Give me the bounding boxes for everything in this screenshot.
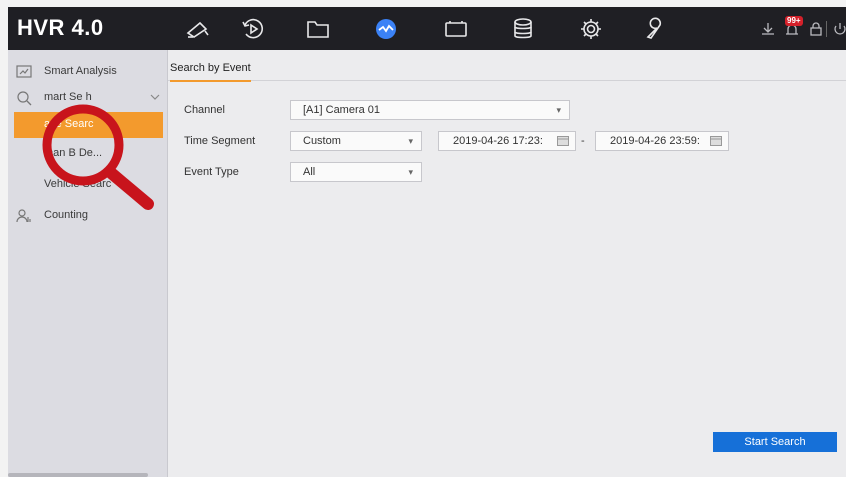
download-icon[interactable]: [760, 22, 776, 36]
smart-search-icon: [17, 91, 32, 106]
end-time-field[interactable]: 2019-04-26 23:59:: [595, 131, 729, 151]
calendar-icon[interactable]: [557, 136, 569, 146]
tab-bar: Search by Event: [168, 50, 846, 82]
channel-value: [A1] Camera 01: [303, 104, 381, 116]
channel-label: Channel: [184, 104, 225, 116]
sidebar: Smart Analysis mart Se h ace Searc man B…: [8, 50, 168, 477]
time-segment-select[interactable]: Custom ▾: [290, 131, 422, 151]
sidebar-item-face-search[interactable]: ace Searc: [14, 112, 163, 138]
sidebar-item-human-body[interactable]: man B De...: [8, 141, 168, 167]
event-type-value: All: [303, 166, 316, 178]
lock-icon[interactable]: [808, 22, 824, 36]
playback-icon[interactable]: [238, 15, 268, 43]
main-panel: Search by Event Channel [A1] Camera 01 ▾…: [168, 50, 846, 477]
sidebar-scrollbar[interactable]: [8, 473, 148, 477]
power-icon[interactable]: [832, 22, 846, 36]
sidebar-item-smart-search[interactable]: mart Se h: [8, 85, 168, 111]
chevron-down-icon: ▾: [408, 167, 413, 177]
sidebar-item-label: mart Se h: [44, 91, 92, 103]
camera-device-icon[interactable]: [441, 15, 471, 43]
calendar-icon[interactable]: [710, 136, 722, 146]
channel-select[interactable]: [A1] Camera 01 ▾: [290, 100, 570, 120]
start-time-field[interactable]: 2019-04-26 17:23:: [438, 131, 576, 151]
sidebar-item-label: Smart Analysis: [44, 65, 117, 77]
app-logo: HVR 4.0: [17, 15, 104, 40]
screenshot-frame: HVR 4.0 99+ Smart Analysis mart Se h ace…: [0, 0, 846, 477]
start-search-button[interactable]: Start Search: [713, 432, 837, 452]
chevron-down-icon: ▾: [556, 105, 561, 115]
chevron-down-icon: ▾: [408, 136, 413, 146]
counting-icon: [16, 209, 31, 223]
sidebar-item-smart-analysis[interactable]: Smart Analysis: [8, 59, 168, 85]
smart-analysis-icon: [16, 65, 32, 78]
top-navigation-bar: HVR 4.0 99+: [8, 7, 846, 50]
smart-analysis-icon[interactable]: [371, 15, 401, 43]
sidebar-item-label: man B De...: [44, 147, 103, 159]
chevron-down-icon[interactable]: [150, 93, 160, 101]
sidebar-item-counting[interactable]: Counting: [8, 203, 168, 229]
start-time-value: 2019-04-26 17:23:: [453, 135, 543, 147]
end-time-value: 2019-04-26 23:59:: [610, 135, 700, 147]
live-view-camera-icon[interactable]: [183, 15, 213, 43]
storage-icon[interactable]: [508, 15, 538, 43]
event-type-select[interactable]: All ▾: [290, 162, 422, 182]
time-segment-label: Time Segment: [184, 135, 256, 147]
sidebar-item-label: ace Searc: [44, 118, 94, 130]
alarm-count-badge: 99+: [785, 16, 803, 26]
maintenance-wrench-icon[interactable]: [641, 15, 671, 43]
configuration-gear-icon[interactable]: [576, 15, 606, 43]
topbar-divider: [826, 21, 827, 37]
tab-search-by-event[interactable]: Search by Event: [170, 62, 251, 82]
event-type-label: Event Type: [184, 166, 239, 178]
dvr-screen: HVR 4.0 99+ Smart Analysis mart Se h ace…: [8, 7, 846, 477]
sidebar-item-vehicle-search[interactable]: Vehicle Searc: [8, 172, 168, 198]
time-segment-value: Custom: [303, 135, 341, 147]
date-range-separator: -: [581, 135, 585, 147]
file-folder-icon[interactable]: [303, 15, 333, 43]
sidebar-item-label: Counting: [44, 209, 89, 221]
sidebar-item-label: Vehicle Searc: [44, 178, 112, 190]
